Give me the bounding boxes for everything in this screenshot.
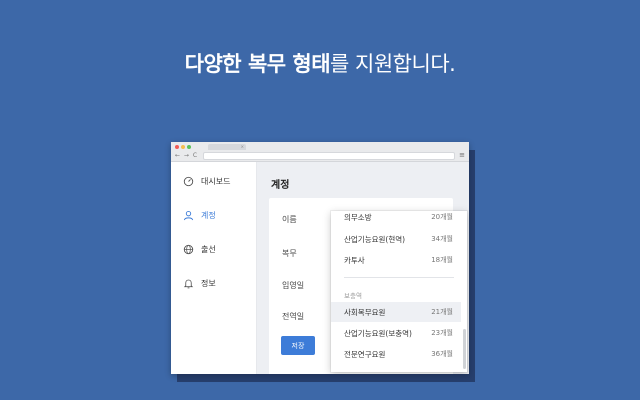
window-controls — [175, 145, 191, 149]
tab-close-icon[interactable]: × — [241, 144, 244, 149]
browser-chrome: × ← → C ≡ — [171, 142, 469, 162]
sidebar-item-dashboard[interactable]: 대시보드 — [183, 176, 230, 187]
option-label: 사회복무요원 — [344, 307, 386, 317]
sidebar-item-label: 대시보드 — [201, 177, 231, 186]
sidebar: 대시보드 계정 출선 정보 — [171, 162, 257, 374]
sidebar-item-label: 출선 — [201, 245, 216, 254]
headline-rest: 를 지원합니다. — [330, 52, 456, 76]
close-dot[interactable] — [175, 145, 179, 149]
page-title: 계정 — [271, 180, 290, 191]
dropdown-option[interactable]: 의무소방 20개월 — [331, 211, 461, 227]
option-label: 산업기능요원(현역) — [344, 234, 406, 244]
option-duration: 34개월 — [431, 235, 453, 243]
user-icon — [183, 210, 194, 221]
dropdown-option[interactable]: 전문연구요원 36개월 — [331, 344, 461, 364]
address-bar[interactable] — [203, 152, 455, 160]
option-label: 의무소방 — [344, 212, 372, 222]
dropdown-group-label: 보충역 — [344, 292, 362, 300]
dropdown-option[interactable]: 카투사 18개월 — [331, 250, 461, 270]
menu-icon[interactable]: ≡ — [459, 151, 465, 160]
browser-tab[interactable]: × — [208, 144, 246, 150]
sidebar-item-label: 정보 — [201, 279, 216, 288]
option-duration: 36개월 — [431, 350, 453, 358]
dropdown-option[interactable]: 산업기능요원(보충역) 23개월 — [331, 323, 461, 343]
dropdown-option[interactable]: 산업기능요원(현역) 34개월 — [331, 229, 461, 249]
service-label: 복무 — [282, 249, 297, 258]
sidebar-item-attendance[interactable]: 출선 — [183, 244, 216, 255]
sidebar-item-account[interactable]: 계정 — [183, 210, 216, 221]
dropdown-scrollbar[interactable] — [463, 329, 466, 369]
option-label: 산업기능요원(보충역) — [344, 328, 412, 338]
option-label: 카투사 — [344, 255, 365, 265]
bell-icon — [183, 278, 194, 289]
name-label: 이름 — [282, 215, 297, 224]
service-type-dropdown: 의무소방 20개월 산업기능요원(현역) 34개월 카투사 18개월 보충역 사… — [331, 211, 467, 372]
discharge-date-label: 전역일 — [282, 312, 305, 321]
sidebar-item-info[interactable]: 정보 — [183, 278, 216, 289]
minimize-dot[interactable] — [181, 145, 185, 149]
sidebar-item-label: 계정 — [201, 211, 216, 220]
enlist-date-label: 입영일 — [282, 281, 305, 290]
maximize-dot[interactable] — [187, 145, 191, 149]
option-label: 전문연구요원 — [344, 349, 386, 359]
headline-bold: 다양한 복무 형태 — [184, 52, 331, 76]
option-duration: 21개월 — [431, 308, 453, 316]
save-button[interactable]: 저장 — [281, 336, 315, 355]
option-duration: 23개월 — [431, 329, 453, 337]
option-duration: 18개월 — [431, 256, 453, 264]
headline: 다양한 복무 형태를 지원합니다. — [0, 48, 640, 78]
gauge-icon — [183, 176, 194, 187]
option-duration: 20개월 — [431, 213, 453, 221]
nav-buttons[interactable]: ← → C — [175, 152, 198, 160]
app-window: × ← → C ≡ 대시보드 계정 출선 정보 계정 이름 복무 입영일 전역일… — [171, 142, 469, 374]
dropdown-divider — [344, 277, 454, 278]
dropdown-option-highlighted[interactable]: 사회복무요원 21개월 — [331, 302, 461, 322]
globe-icon — [183, 244, 194, 255]
